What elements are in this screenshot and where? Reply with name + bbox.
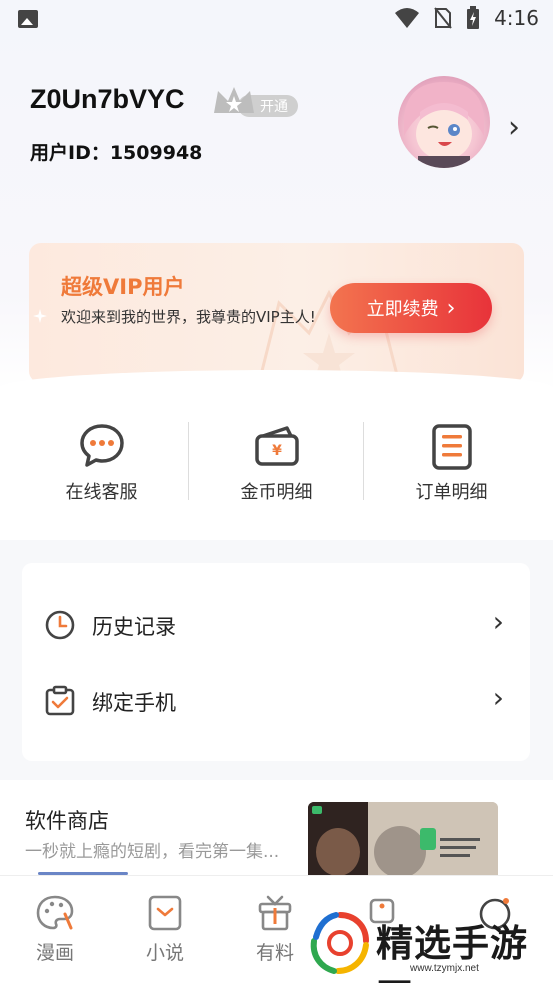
avatar[interactable]: [398, 76, 490, 168]
quick-action-label: 金币明细: [240, 482, 313, 503]
sparkle-icon: [33, 309, 47, 323]
tab-label: 小说: [145, 942, 184, 964]
no-sim-icon: [434, 7, 452, 29]
quick-action-order-details[interactable]: 订单明细: [364, 410, 539, 520]
gallery-icon: [18, 10, 38, 28]
chevron-right-icon: ›: [446, 295, 456, 321]
tab-comics[interactable]: 漫画: [0, 876, 110, 983]
watermark-url: www.tzymjx.net: [410, 963, 479, 974]
palette-icon: [36, 895, 74, 930]
wifi-icon: [395, 8, 420, 28]
status-icons: 4:16: [394, 6, 539, 30]
menu-item-label: 历史记录: [92, 615, 176, 639]
watermark: 精选手游网 www.tzymjx.net: [300, 905, 553, 983]
app-store-card[interactable]: 软件商店 一秒就上瘾的短剧，看完第一集...: [0, 780, 553, 875]
wallet-icon: ¥: [254, 426, 299, 466]
store-title: 软件商店: [25, 809, 109, 833]
quick-action-label: 订单明细: [415, 482, 488, 503]
chevron-right-icon: ›: [492, 681, 504, 714]
store-thumbnail[interactable]: [308, 802, 498, 875]
quick-actions: 在线客服 ¥ 金币明细 订单明细: [0, 410, 553, 520]
username: Z0Un7bVYC: [30, 84, 185, 114]
vip-title: 超级VIP用户: [61, 275, 185, 299]
quick-action-label: 在线客服: [65, 482, 138, 503]
clock-icon: [45, 610, 75, 640]
order-list-icon: [431, 424, 472, 470]
user-id: 用户ID：1509948: [30, 142, 203, 164]
renew-button[interactable]: 立即续费 ›: [330, 283, 492, 333]
clock-time: 4:16: [494, 6, 539, 30]
menu-item-history[interactable]: 历史记录 ›: [22, 587, 530, 663]
status-bar: 4:16: [0, 0, 553, 40]
tab-novels[interactable]: 小说: [110, 876, 220, 983]
tab-label: 漫画: [35, 942, 74, 964]
profile-header[interactable]: Z0Un7bVYC 开通 用户ID：1509948 ›: [30, 76, 530, 180]
book-icon: [148, 895, 182, 931]
chevron-right-icon: ›: [492, 605, 504, 638]
vip-card: 超级VIP用户 欢迎来到我的世界，我尊贵的VIP主人! 立即续费 ›: [29, 243, 524, 383]
store-subtitle: 一秒就上瘾的短剧，看完第一集...: [25, 842, 280, 862]
svg-text:¥: ¥: [272, 443, 282, 459]
quick-action-customer-service[interactable]: 在线客服: [14, 410, 189, 520]
quick-action-coin-details[interactable]: ¥ 金币明细: [189, 410, 364, 520]
menu-item-bind-phone[interactable]: 绑定手机 ›: [22, 663, 530, 739]
chevron-right-icon[interactable]: ›: [508, 110, 520, 145]
vip-open-badge[interactable]: 开通: [210, 83, 302, 123]
battery-charging-icon: [467, 6, 480, 29]
renew-button-label: 立即续费: [366, 299, 439, 320]
watermark-logo-icon: [310, 912, 369, 974]
vip-description: 欢迎来到我的世界，我尊贵的VIP主人!: [61, 308, 316, 326]
chat-bubble-icon: [79, 424, 124, 467]
menu-list: 历史记录 › 绑定手机 ›: [22, 563, 530, 761]
vip-open-label: 开通: [260, 99, 288, 115]
gift-icon: [258, 895, 292, 931]
clipboard-check-icon: [45, 685, 75, 716]
menu-item-label: 绑定手机: [92, 691, 176, 715]
